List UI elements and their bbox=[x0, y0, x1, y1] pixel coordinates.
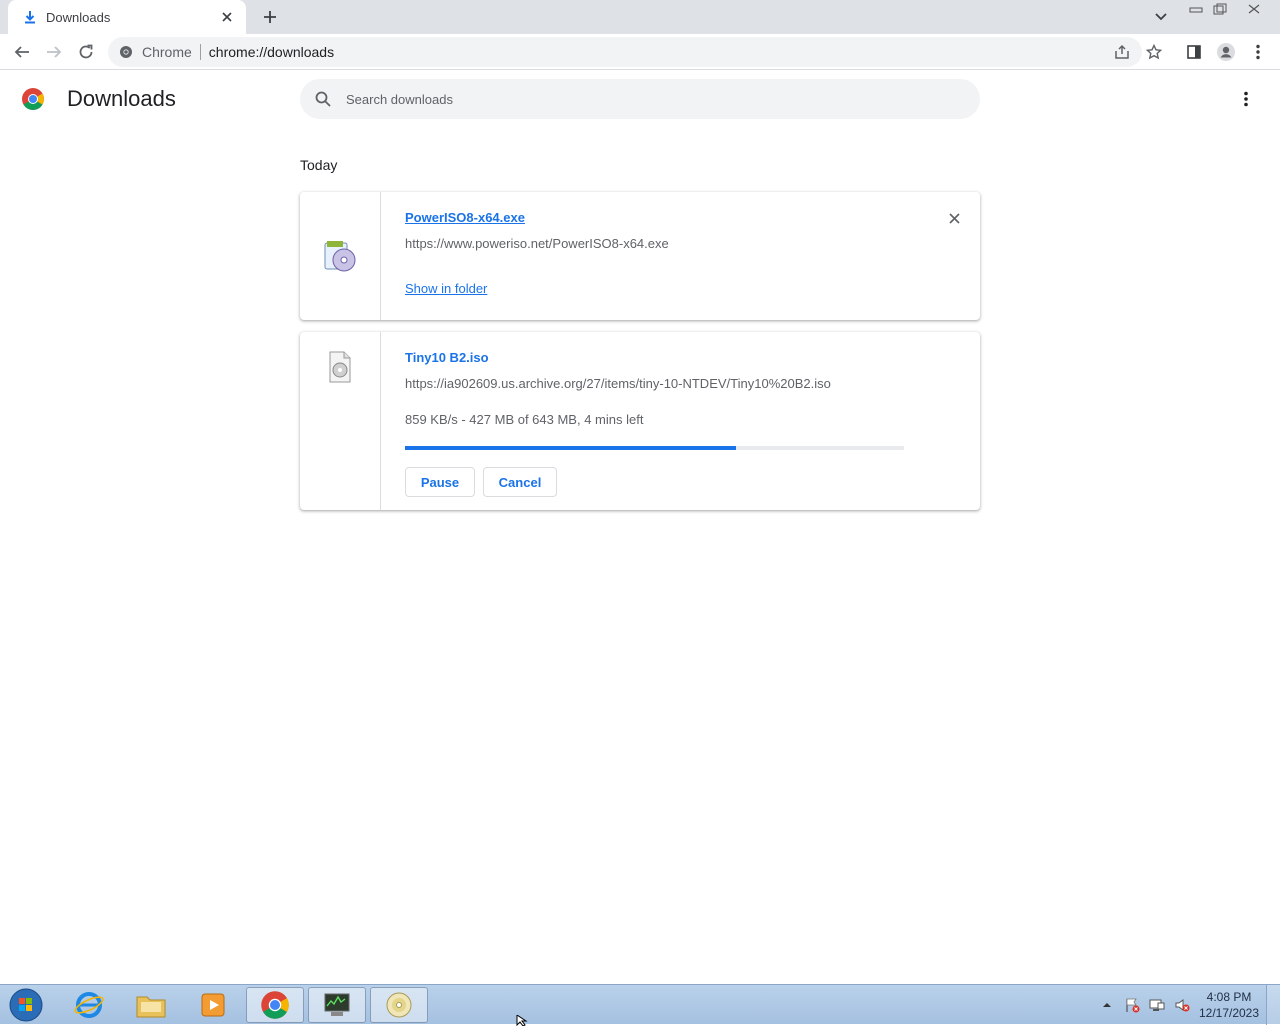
progress-bar bbox=[405, 446, 904, 450]
share-icon[interactable] bbox=[1108, 38, 1136, 66]
source-url: https://www.poweriso.net/PowerISO8-x64.e… bbox=[405, 236, 669, 251]
chrome-site-icon bbox=[118, 44, 134, 60]
restore-icon[interactable] bbox=[1208, 0, 1232, 18]
windows-start-icon[interactable] bbox=[6, 987, 46, 1023]
reload-icon[interactable] bbox=[72, 38, 100, 66]
profile-avatar-icon[interactable] bbox=[1212, 38, 1240, 66]
source-url: https://ia902609.us.archive.org/27/items… bbox=[405, 376, 831, 391]
taskbar-clock[interactable]: 4:08 PM 12/17/2023 bbox=[1196, 989, 1262, 1021]
search-input[interactable] bbox=[346, 91, 946, 107]
downloads-header: Downloads bbox=[0, 71, 1280, 127]
browser-menu-icon[interactable] bbox=[1244, 38, 1272, 66]
file-icon-column bbox=[300, 192, 381, 320]
search-box[interactable] bbox=[300, 79, 980, 119]
address-bar[interactable]: Chrome chrome://downloads bbox=[108, 37, 1142, 67]
cancel-button[interactable]: Cancel bbox=[483, 467, 557, 497]
windows-taskbar: 4:08 PM 12/17/2023 bbox=[0, 984, 1280, 1025]
tab-title: Downloads bbox=[46, 9, 111, 25]
action-center-flag-icon[interactable] bbox=[1121, 994, 1143, 1016]
back-icon[interactable] bbox=[8, 38, 36, 66]
show-in-folder-link[interactable]: Show in folder bbox=[405, 281, 487, 296]
close-window-icon[interactable] bbox=[1242, 0, 1266, 18]
progress-bar-fill bbox=[405, 446, 737, 450]
show-hidden-icons-icon[interactable] bbox=[1096, 994, 1118, 1016]
tab-strip: Downloads bbox=[0, 0, 1280, 34]
download-icon bbox=[22, 9, 38, 25]
file-explorer-icon[interactable] bbox=[122, 987, 180, 1023]
clock-date: 12/17/2023 bbox=[1198, 1006, 1260, 1020]
url-text: chrome://downloads bbox=[208, 44, 335, 60]
volume-muted-icon[interactable] bbox=[1171, 994, 1193, 1016]
browser-toolbar: Chrome chrome://downloads bbox=[0, 34, 1280, 70]
network-icon[interactable] bbox=[1146, 994, 1168, 1016]
search-icon bbox=[314, 90, 332, 108]
more-actions-icon[interactable] bbox=[1234, 87, 1258, 111]
side-panel-icon[interactable] bbox=[1180, 38, 1208, 66]
system-tray bbox=[1096, 985, 1196, 1025]
tab-downloads[interactable]: Downloads bbox=[8, 0, 246, 34]
site-name: Chrome bbox=[142, 44, 192, 60]
remove-download-icon[interactable] bbox=[944, 208, 964, 228]
download-item: Tiny10 B2.iso https://ia902609.us.archiv… bbox=[300, 332, 980, 510]
page-title: Downloads bbox=[67, 86, 176, 111]
bookmark-star-icon[interactable] bbox=[1140, 38, 1168, 66]
forward-icon[interactable] bbox=[40, 38, 68, 66]
disc-image-file-icon bbox=[322, 350, 358, 386]
new-tab-icon[interactable] bbox=[258, 6, 282, 28]
pause-button[interactable]: Pause bbox=[405, 467, 475, 497]
tab-close-icon[interactable] bbox=[218, 8, 236, 26]
file-name-link[interactable]: Tiny10 B2.iso bbox=[405, 350, 489, 365]
task-manager-icon[interactable] bbox=[308, 987, 366, 1023]
mouse-cursor-icon bbox=[516, 1013, 528, 1027]
disc-app-icon[interactable] bbox=[370, 987, 428, 1023]
download-status: 859 KB/s - 427 MB of 643 MB, 4 mins left bbox=[405, 412, 644, 427]
show-desktop-button[interactable] bbox=[1266, 985, 1280, 1025]
date-section-label: Today bbox=[300, 157, 338, 173]
chrome-taskbar-icon[interactable] bbox=[246, 987, 304, 1023]
media-player-icon[interactable] bbox=[184, 987, 242, 1023]
clock-time: 4:08 PM bbox=[1206, 990, 1252, 1004]
file-icon-column bbox=[300, 332, 381, 510]
internet-explorer-icon[interactable] bbox=[60, 987, 118, 1023]
tab-search-icon[interactable] bbox=[1150, 7, 1172, 27]
omnibox-separator bbox=[199, 44, 201, 60]
file-name-link[interactable]: PowerISO8-x64.exe bbox=[405, 210, 525, 225]
minimize-icon[interactable] bbox=[1184, 0, 1208, 18]
poweriso-file-icon bbox=[322, 238, 358, 274]
download-item: PowerISO8-x64.exe https://www.poweriso.n… bbox=[300, 192, 980, 320]
chrome-logo-icon bbox=[21, 87, 45, 111]
